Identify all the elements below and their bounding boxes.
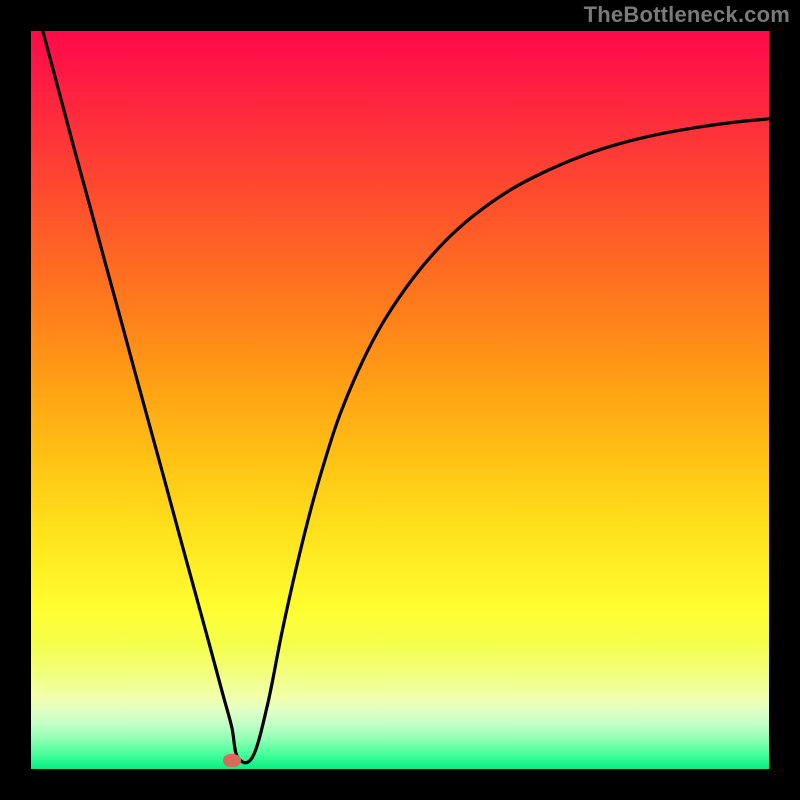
watermark-text: TheBottleneck.com [584,2,790,28]
curve-svg [31,31,769,769]
chart-frame: TheBottleneck.com [0,0,800,800]
plot-area [31,31,769,769]
bottleneck-marker [223,754,241,767]
bottleneck-curve [31,31,769,763]
